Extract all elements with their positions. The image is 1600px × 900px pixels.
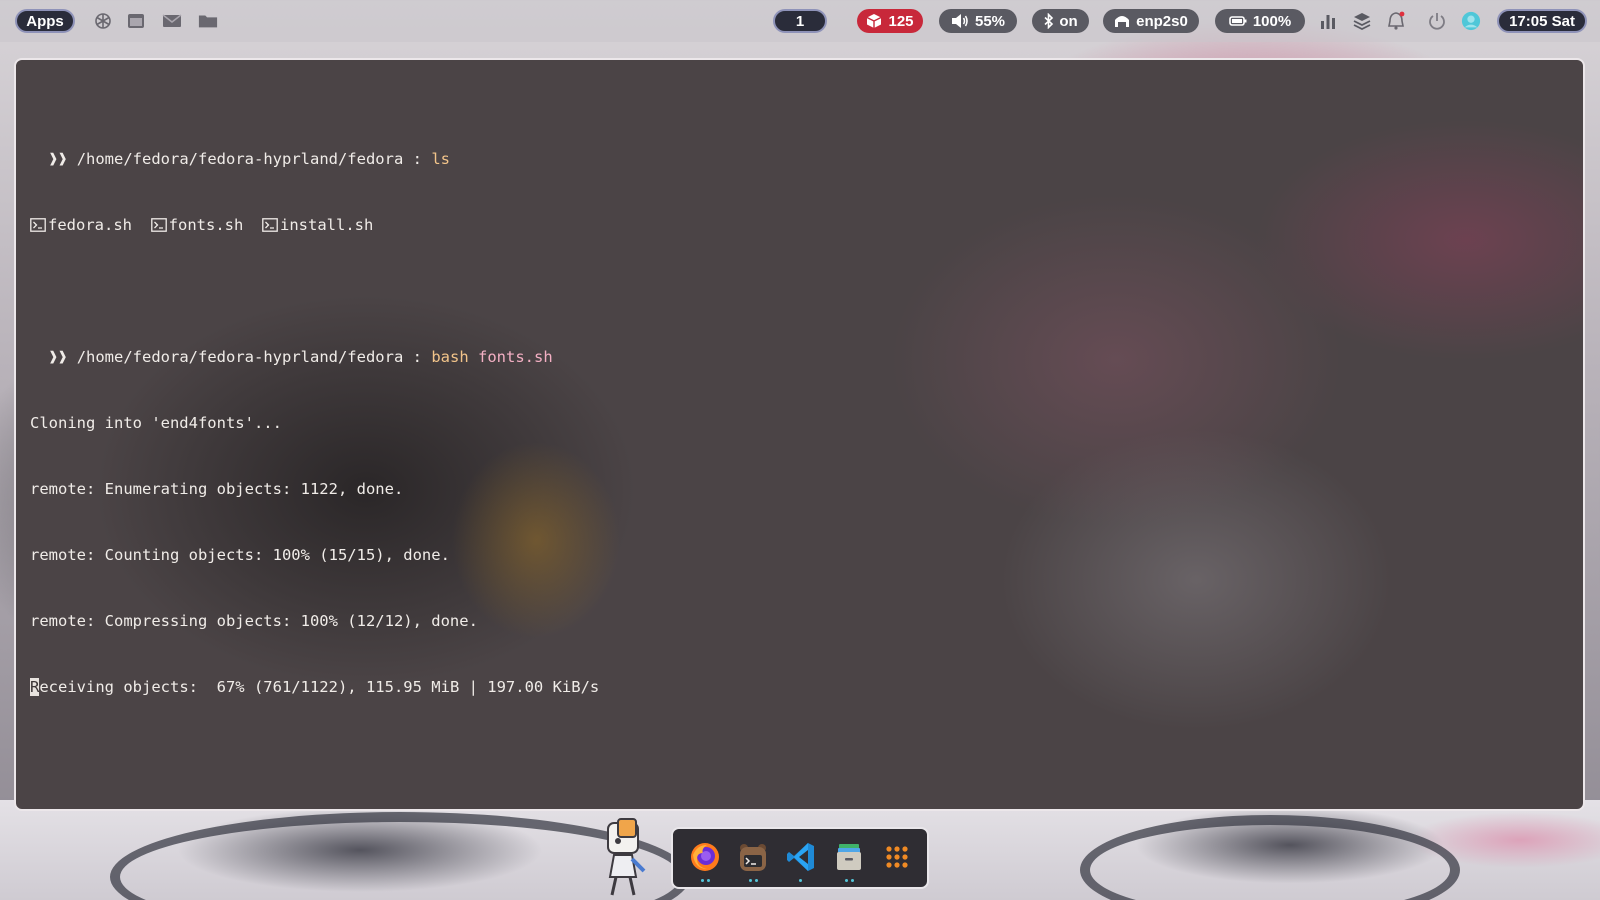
script-file-icon [150,218,167,232]
prompt-separator: : [412,150,422,168]
mascot-decoration [607,818,646,896]
progress-line: Receiving objects: 67% (761/1122), 115.9… [30,676,599,698]
dock-item-files[interactable] [831,839,867,875]
app-grid-icon [886,846,908,868]
window-icon[interactable] [126,11,146,31]
ethernet-icon [1114,14,1130,28]
prompt-separator: : [412,348,422,366]
volume-indicator[interactable]: 55% [939,9,1017,33]
output-line: Cloning into 'end4fonts'... [30,414,282,432]
file-item: fonts.sh [150,216,243,234]
file-list: fedora.sh fonts.sh install.sh [30,214,599,236]
script-file-icon [30,218,46,232]
dock [671,827,929,889]
running-indicator [701,879,710,882]
prompt-symbol: ❱❱ [48,348,68,366]
folder-icon[interactable] [198,11,218,31]
layers-icon[interactable] [1352,11,1372,31]
mail-icon[interactable] [162,11,182,31]
bell-icon[interactable] [1386,11,1406,31]
running-indicator [799,879,802,882]
prompt-path: /home/fedora/fedora-hyprland/fedora [76,150,404,168]
prompt-line: ❱❱ /home/fedora/fedora-hyprland/fedora :… [30,148,599,170]
command: ls [431,150,451,168]
apps-button[interactable]: Apps [15,9,75,33]
running-indicator [749,879,758,882]
terminal-output: ❱❱ /home/fedora/fedora-hyprland/fedora :… [30,104,599,742]
file-item: install.sh [262,216,373,234]
battery-icon [1229,15,1247,27]
command: bash [431,348,469,366]
files-icon [837,844,861,870]
terminal-window[interactable]: ❱❱ /home/fedora/fedora-hyprland/fedora :… [14,58,1585,811]
clock[interactable]: 17:05 Sat [1497,9,1587,33]
top-bar: Apps 1 125 55% on enp2s0 100% 17:05 Sat [0,0,1600,42]
file-item: fedora.sh [30,216,132,234]
dock-item-app-grid[interactable] [879,839,915,875]
network-indicator[interactable]: enp2s0 [1103,9,1199,33]
battery-indicator[interactable]: 100% [1215,9,1305,33]
command-argument: fonts.sh [478,348,553,366]
dock-item-firefox[interactable] [687,839,723,875]
firefox-icon [691,843,719,871]
script-file-icon [262,218,278,232]
avatar-icon[interactable] [1461,11,1481,31]
stats-icon[interactable] [1318,11,1338,31]
bluetooth-icon [1043,13,1055,29]
openai-icon[interactable] [93,11,113,31]
dock-item-vscode[interactable] [783,839,819,875]
package-icon [866,13,882,29]
dock-item-terminal[interactable] [735,839,771,875]
prompt-symbol: ❱❱ [48,150,68,168]
prompt-line: ❱❱ /home/fedora/fedora-hyprland/fedora :… [30,346,599,368]
output-line: remote: Enumerating objects: 1122, done. [30,480,404,498]
output-line: remote: Counting objects: 100% (15/15), … [30,546,450,564]
terminal-icon [740,844,766,871]
vscode-icon [787,843,814,871]
prompt-path: /home/fedora/fedora-hyprland/fedora [76,348,404,366]
output-line: remote: Compressing objects: 100% (12/12… [30,612,478,630]
bluetooth-indicator[interactable]: on [1032,9,1089,33]
progress-text: eceiving objects: 67% (761/1122), 115.95… [39,678,600,696]
power-icon[interactable] [1427,11,1447,31]
text-cursor: R [30,678,40,696]
updates-badge[interactable]: 125 [857,9,923,33]
volume-icon [951,13,969,29]
workspace-indicator[interactable]: 1 [773,9,827,33]
running-indicator [845,879,854,882]
